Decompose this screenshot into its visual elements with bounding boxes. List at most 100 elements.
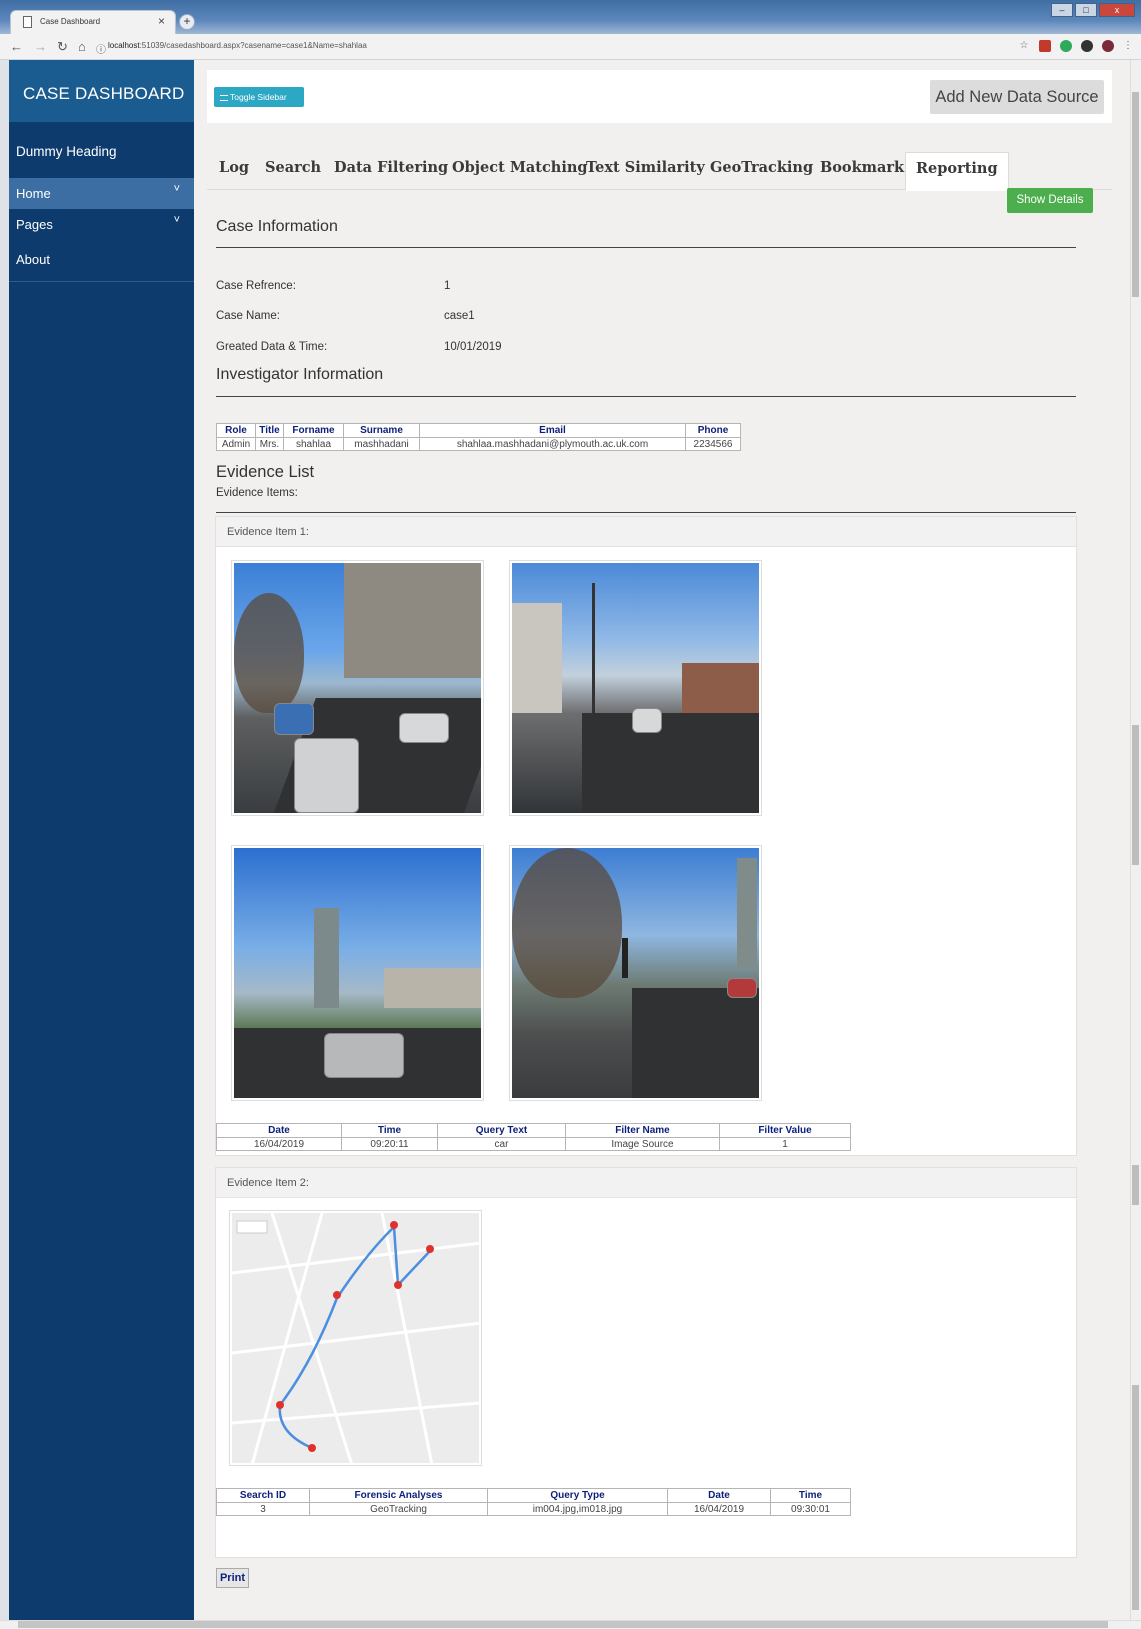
address-bar[interactable]: localhost:51039/casedashboard.aspx?casen…: [108, 41, 367, 50]
toggle-sidebar-button[interactable]: Toggle Sidebar: [214, 87, 304, 107]
toggle-sidebar-label: Toggle Sidebar: [230, 92, 287, 102]
map-pin-icon[interactable]: [390, 1221, 398, 1229]
evidence-photo[interactable]: [509, 560, 762, 816]
building-shape: [512, 603, 562, 713]
evidence-item-header: Evidence Item 1:: [216, 517, 1076, 547]
map-pin-icon[interactable]: [394, 1281, 402, 1289]
case-reference-label: Case Refrence:: [216, 280, 296, 292]
car-shape: [399, 713, 449, 743]
table-cell: car: [437, 1137, 566, 1151]
column-header: Query Type: [487, 1488, 668, 1503]
menu-dots-icon[interactable]: ⋮: [1123, 40, 1133, 52]
tab-bookmark[interactable]: Bookmark: [820, 159, 904, 176]
evidence-photo[interactable]: [509, 845, 762, 1101]
scrollbar-thumb[interactable]: [1132, 92, 1139, 297]
browser-tab[interactable]: Case Dashboard ×: [10, 10, 176, 34]
table-cell: 3: [216, 1502, 310, 1516]
tab-data-filtering[interactable]: Data Filtering: [334, 159, 448, 176]
evidence-photo[interactable]: [231, 845, 484, 1101]
street-photo-image: [234, 563, 481, 813]
home-icon[interactable]: ⌂: [78, 39, 86, 54]
table-cell: Image Source: [565, 1137, 720, 1151]
tab-log[interactable]: Log: [219, 159, 249, 176]
table-cell: 16/04/2019: [667, 1502, 771, 1516]
map-pin-icon[interactable]: [276, 1401, 284, 1409]
scrollbar-thumb[interactable]: [18, 1621, 1108, 1628]
geotracking-map[interactable]: [229, 1210, 482, 1466]
evidence-item-panel: Evidence Item 2: Search ID Forensic Anal…: [215, 1167, 1077, 1558]
extension-green-icon[interactable]: [1060, 40, 1072, 52]
table-cell: shahlaa.mashhadani@plymouth.ac.uk.com: [419, 437, 686, 451]
tab-search[interactable]: Search: [265, 159, 321, 176]
chevron-down-icon: ˅: [173, 214, 180, 226]
table-cell: im004.jpg,im018.jpg: [487, 1502, 668, 1516]
sidebar-item-about[interactable]: About: [9, 240, 194, 282]
column-header: Date: [216, 1123, 342, 1138]
profile-avatar-icon[interactable]: [1102, 40, 1114, 52]
evidence-items-label: Evidence Items:: [216, 487, 298, 499]
building-shape: [314, 908, 339, 1008]
close-tab-icon[interactable]: ×: [158, 14, 165, 28]
sidebar-brand[interactable]: CASE DASHBOARD: [9, 60, 194, 122]
new-tab-button[interactable]: +: [179, 14, 195, 30]
url-host: localhost: [108, 41, 140, 50]
show-details-button[interactable]: Show Details: [1007, 188, 1093, 213]
extension-dark-icon[interactable]: [1081, 40, 1093, 52]
table-cell: 2234566: [685, 437, 741, 451]
sidebar: CASE DASHBOARD Dummy Heading Home ˅ Page…: [9, 60, 194, 1620]
minimize-button[interactable]: –: [1051, 3, 1073, 17]
back-arrow-icon[interactable]: ←: [10, 39, 23, 54]
info-icon[interactable]: ⓘ: [96, 41, 106, 56]
extension-red-icon[interactable]: [1039, 40, 1051, 52]
close-window-button[interactable]: x: [1099, 3, 1135, 17]
table-cell: Admin: [216, 437, 256, 451]
table-cell: 16/04/2019: [216, 1137, 342, 1151]
column-header: Filter Value: [719, 1123, 851, 1138]
evidence-item-header: Evidence Item 2:: [216, 1168, 1076, 1198]
main-content: Toggle Sidebar Add New Data Source Log S…: [194, 60, 1130, 1620]
tree-shape: [512, 848, 622, 998]
divider: [216, 247, 1076, 248]
map-controls[interactable]: [236, 1220, 268, 1234]
column-header: Date: [667, 1488, 771, 1503]
add-data-source-button[interactable]: Add New Data Source: [930, 80, 1104, 114]
case-name-label: Case Name:: [216, 310, 280, 322]
evidence-2-table: Search ID Forensic Analyses Query Type D…: [216, 1488, 851, 1516]
created-date-label: Greated Data & Time:: [216, 341, 328, 353]
reload-icon[interactable]: ↻: [57, 39, 68, 55]
tab-object-matching[interactable]: Object Matching: [452, 159, 588, 176]
tab-geotracking[interactable]: GeoTracking: [710, 159, 813, 176]
forward-arrow-icon[interactable]: →: [34, 39, 47, 54]
star-icon[interactable]: ☆: [1018, 40, 1030, 52]
table-cell: Mrs.: [255, 437, 284, 451]
print-button[interactable]: Print: [216, 1568, 249, 1588]
created-date-value: 10/01/2019: [444, 341, 502, 353]
column-header: Forname: [283, 423, 344, 438]
url-path: :51039/casedashboard.aspx?casename=case1…: [139, 41, 367, 50]
nav-tabs: Log Search Data Filtering Object Matchin…: [207, 152, 1112, 191]
table-cell: 09:30:01: [770, 1502, 851, 1516]
evidence-photo[interactable]: [231, 560, 484, 816]
lamp-post-shape: [592, 583, 595, 713]
sidebar-item-home[interactable]: Home ˅: [9, 178, 194, 209]
tab-reporting[interactable]: Reporting: [905, 152, 1009, 191]
investigator-table: Role Title Forname Surname Email Phone A…: [216, 423, 741, 451]
car-shape: [324, 1033, 404, 1078]
map-street: [232, 1321, 479, 1355]
tab-text-similarity[interactable]: Text Similarity: [586, 159, 705, 176]
column-header: Time: [770, 1488, 851, 1503]
browser-titlebar: Case Dashboard × + – □ x: [0, 0, 1141, 34]
map-image: [232, 1213, 479, 1463]
maximize-button[interactable]: □: [1075, 3, 1097, 17]
table-row: 16/04/2019 09:20:11 car Image Source 1: [216, 1137, 851, 1151]
map-pin-icon[interactable]: [426, 1245, 434, 1253]
column-header: Forensic Analyses: [309, 1488, 488, 1503]
column-header: Query Text: [437, 1123, 566, 1138]
sidebar-item-pages[interactable]: Pages ˅: [9, 209, 194, 240]
browser-toolbar: ← → ↻ ⌂ ⓘ localhost:51039/casedashboard.…: [0, 34, 1141, 60]
street-photo-image: [512, 563, 759, 813]
divider: [216, 512, 1076, 513]
map-pin-icon[interactable]: [333, 1291, 341, 1299]
evidence-item-panel: Evidence Item 1: Date Time Query Text Fi…: [215, 516, 1077, 1156]
map-pin-icon[interactable]: [308, 1444, 316, 1452]
